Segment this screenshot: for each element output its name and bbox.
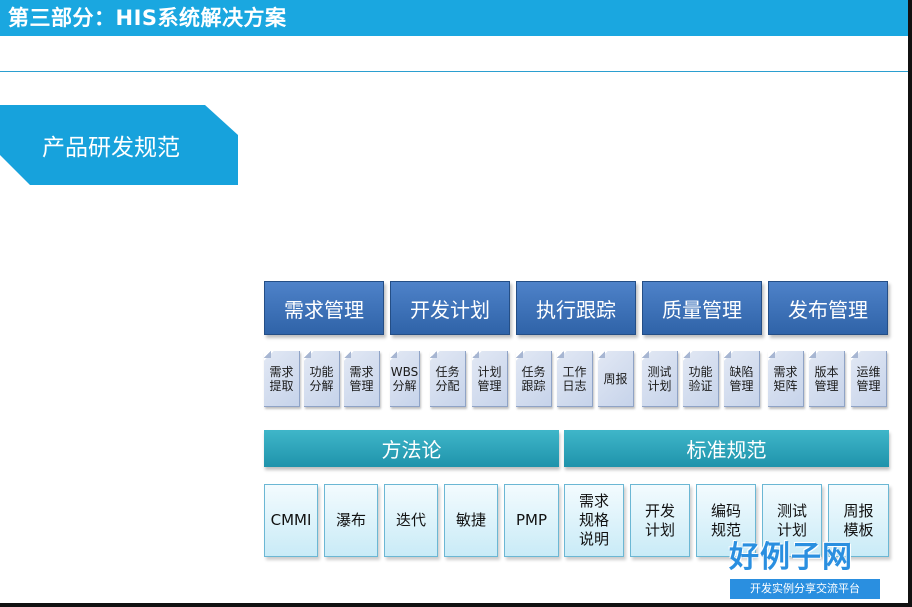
sub-item-label: 任务分配: [435, 364, 460, 393]
page-edge: [908, 0, 912, 607]
methodology-item: 迭代: [384, 484, 438, 557]
sub-item: 计划管理: [472, 351, 508, 407]
category-release: 发布管理: [768, 281, 888, 335]
site-logo: 好例子网: [729, 540, 853, 575]
category-tracking: 执行跟踪: [516, 281, 636, 335]
sub-item: 周报: [598, 351, 634, 407]
sub-item-label: 需求提取: [269, 364, 294, 393]
sub-item-label: WBS分解: [390, 364, 419, 393]
sub-item: 需求提取: [264, 351, 300, 407]
page-title: 第三部分：HIS系统解决方案: [8, 6, 287, 30]
sub-item: 运维管理: [851, 351, 887, 407]
sub-item: 工作日志: [557, 351, 593, 407]
sub-item-label: 功能验证: [688, 364, 713, 393]
standard-item: 需求规格说明: [564, 484, 624, 557]
sub-item: 功能验证: [683, 351, 719, 407]
sub-item-label: 缺陷管理: [729, 364, 754, 393]
sub-item: 需求矩阵: [768, 351, 804, 407]
category-quality: 质量管理: [642, 281, 762, 335]
methodology-item: PMP: [504, 484, 559, 557]
sub-item: 版本管理: [809, 351, 845, 407]
category-dev-plan: 开发计划: [390, 281, 510, 335]
standards-bar: 标准规范: [564, 430, 889, 467]
methodology-item: 瀑布: [324, 484, 378, 557]
sub-item-label: 版本管理: [814, 364, 839, 393]
sub-item: 功能分解: [304, 351, 340, 407]
sub-item-label: 功能分解: [309, 364, 334, 393]
sub-item-label: 运维管理: [856, 364, 881, 393]
standard-item: 开发计划: [630, 484, 690, 557]
page-edge-bottom: [0, 603, 912, 607]
sub-item: 任务分配: [430, 351, 466, 407]
sub-item: WBS分解: [390, 351, 420, 407]
sub-item-label: 需求矩阵: [773, 364, 798, 393]
sub-item-label: 计划管理: [477, 364, 502, 393]
sub-item: 任务跟踪: [516, 351, 552, 407]
sub-item-label: 测试计划: [647, 364, 672, 393]
methodology-item: 敏捷: [444, 484, 498, 557]
sub-item: 缺陷管理: [724, 351, 760, 407]
sub-item: 测试计划: [642, 351, 678, 407]
header-divider: [0, 71, 912, 72]
sub-item-label: 工作日志: [562, 364, 587, 393]
sub-item-label: 周报: [603, 371, 628, 386]
sub-item: 需求管理: [344, 351, 380, 407]
category-requirements: 需求管理: [264, 281, 384, 335]
methodology-bar: 方法论: [264, 430, 559, 467]
sub-item-label: 需求管理: [349, 364, 374, 393]
site-logo-tagline: 开发实例分享交流平台: [730, 579, 880, 599]
methodology-item: CMMI: [264, 484, 318, 557]
sub-item-label: 任务跟踪: [521, 364, 546, 393]
section-title: 产品研发规范: [42, 135, 180, 161]
